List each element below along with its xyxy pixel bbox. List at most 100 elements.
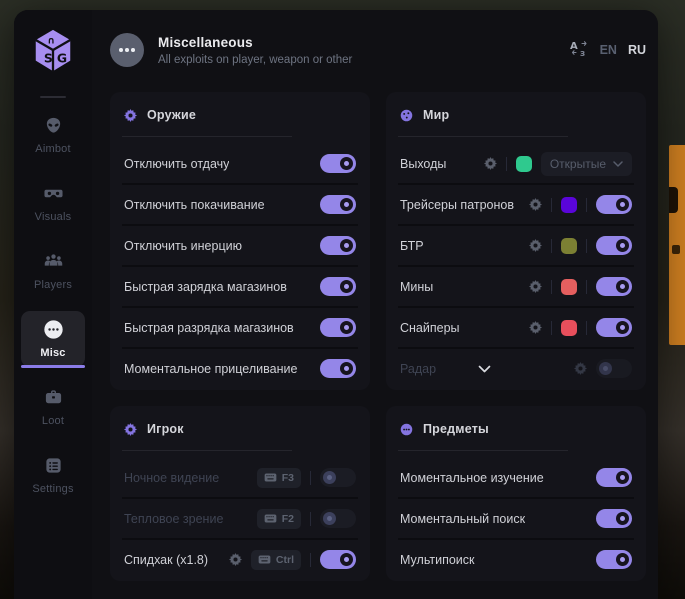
feature-label: Трейсеры патронов (400, 198, 514, 212)
color-swatch[interactable] (516, 156, 532, 172)
section-title: Игрок (147, 422, 184, 436)
sidebar-item-label: Loot (42, 415, 64, 427)
toggle-knob (340, 157, 353, 170)
toggle-knob (340, 553, 353, 566)
section-header: Оружие (122, 104, 358, 126)
lang-en-button[interactable]: EN (600, 43, 617, 57)
globe-icon (400, 109, 413, 122)
feature-label: БТР (400, 239, 424, 253)
row-controls (320, 359, 356, 378)
toggle-switch[interactable] (320, 468, 356, 487)
sidebar-item-loot[interactable]: Loot (21, 379, 85, 435)
gear-icon[interactable] (484, 157, 497, 170)
toggle-switch[interactable] (596, 236, 632, 255)
control-separator (310, 512, 311, 526)
sidebar-item-misc[interactable]: Misc (21, 311, 85, 367)
toggle-knob (616, 280, 629, 293)
feature-row: БТР (398, 226, 634, 267)
section-divider (122, 450, 292, 451)
toggle-switch[interactable] (596, 550, 632, 569)
box-icon (400, 423, 413, 436)
gear-icon[interactable] (574, 362, 587, 375)
sidebar-item-settings[interactable]: Settings (21, 447, 85, 503)
toggle-switch[interactable] (596, 359, 632, 378)
hotkey-badge[interactable]: Ctrl (251, 550, 301, 570)
toggle-switch[interactable] (320, 277, 356, 296)
row-controls (596, 509, 632, 528)
sidebar-item-players[interactable]: Players (21, 243, 85, 299)
toggle-switch[interactable] (320, 195, 356, 214)
feature-row: Радар (398, 349, 634, 388)
toggle-knob (616, 553, 629, 566)
chevron-down-icon (613, 161, 623, 167)
toggle-switch[interactable] (596, 195, 632, 214)
toggle-switch[interactable] (320, 236, 356, 255)
column: ОружиеОтключить отдачуОтключить покачива… (110, 92, 370, 581)
hotkey-badge[interactable]: F3 (257, 468, 301, 488)
keyboard-icon (258, 555, 271, 564)
svg-text:∩: ∩ (47, 35, 55, 46)
section-items: ПредметыМоментальное изучениеМоментальны… (386, 406, 646, 581)
control-separator (586, 280, 587, 294)
gear-icon[interactable] (529, 198, 542, 211)
gear-icon[interactable] (529, 280, 542, 293)
sidebar-item-aimbot[interactable]: Aimbot (21, 107, 85, 163)
toggle-switch[interactable] (320, 509, 356, 528)
feature-row: Отключить покачивание (122, 185, 358, 226)
toggle-switch[interactable] (320, 154, 356, 173)
toggle-knob (340, 239, 353, 252)
dropdown-select[interactable]: Открытые (541, 152, 632, 176)
keyboard-icon (264, 514, 277, 523)
toggle-knob (340, 321, 353, 334)
sidebar-item-visuals[interactable]: Visuals (21, 175, 85, 231)
toggle-switch[interactable] (596, 468, 632, 487)
gear-icon (124, 109, 137, 122)
sidebar-item-label: Players (34, 279, 72, 291)
color-swatch[interactable] (561, 279, 577, 295)
svg-text:з: з (580, 49, 585, 57)
row-controls (596, 468, 632, 487)
row-controls (529, 318, 632, 337)
section-title: Предметы (423, 422, 489, 436)
section-title: Оружие (147, 108, 196, 122)
feature-label: Быстрая зарядка магазинов (124, 280, 287, 294)
row-controls: F3 (257, 468, 356, 488)
toggle-knob (323, 471, 336, 484)
toggle-switch[interactable] (596, 277, 632, 296)
sidebar-item-label: Misc (40, 347, 65, 359)
toggle-switch[interactable] (596, 318, 632, 337)
feature-label: Моментальное прицеливание (124, 362, 297, 376)
page-subtitle: All exploits on player, weapon or other (158, 54, 352, 66)
gear-icon[interactable] (529, 321, 542, 334)
gear-icon[interactable] (529, 239, 542, 252)
row-controls: Открытые (484, 152, 632, 176)
row-controls (320, 195, 356, 214)
feature-label: Моментальный поиск (400, 512, 525, 526)
color-swatch[interactable] (561, 238, 577, 254)
feature-label: Быстрая разрядка магазинов (124, 321, 294, 335)
svg-text:S: S (44, 51, 53, 66)
ellipsis-circle-icon (110, 33, 144, 67)
color-swatch[interactable] (561, 197, 577, 213)
toggle-switch[interactable] (320, 550, 356, 569)
section-header: Игрок (122, 418, 358, 440)
sidebar-item-label: Visuals (35, 211, 72, 223)
main-area: Miscellaneous All exploits on player, we… (92, 10, 658, 599)
toggle-knob (599, 362, 612, 375)
svg-text:G: G (57, 51, 67, 66)
gear-icon[interactable] (229, 553, 242, 566)
lang-ru-button[interactable]: RU (628, 43, 646, 57)
feature-row: Быстрая разрядка магазинов (122, 308, 358, 349)
sg-cube-logo: S G ∩ (30, 26, 76, 76)
toggle-switch[interactable] (320, 359, 356, 378)
color-swatch[interactable] (561, 320, 577, 336)
ellipsis-circle-icon (43, 320, 64, 340)
feature-label: Радар (400, 362, 436, 376)
row-controls (529, 236, 632, 255)
chevron-down-icon[interactable] (478, 365, 491, 373)
toggle-switch[interactable] (596, 509, 632, 528)
toggle-switch[interactable] (320, 318, 356, 337)
feature-label: Мины (400, 280, 433, 294)
toggle-knob (616, 198, 629, 211)
hotkey-badge[interactable]: F2 (257, 509, 301, 529)
